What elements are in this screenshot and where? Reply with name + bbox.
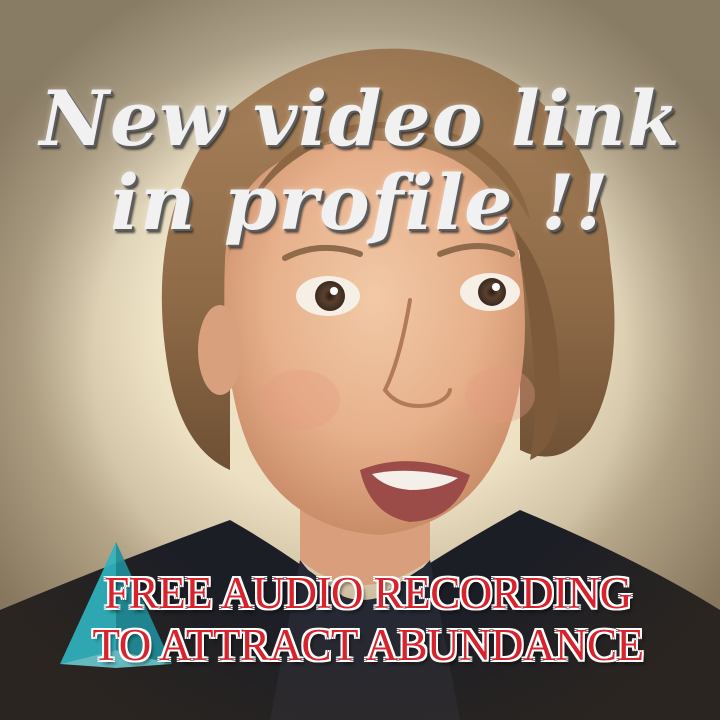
- photo-frame: New video link in profile !! FREE AUDIO …: [0, 0, 720, 720]
- left-eye: [315, 281, 345, 311]
- ear: [198, 305, 242, 395]
- promo-line-2: TO ATTRACT ABUNDANCE: [92, 620, 644, 670]
- right-eye: [478, 278, 506, 306]
- headline-line-2: in profile !!: [110, 158, 610, 247]
- headline-line-1: New video link: [39, 74, 681, 163]
- promo-line-1: FREE AUDIO RECORDING: [104, 568, 632, 618]
